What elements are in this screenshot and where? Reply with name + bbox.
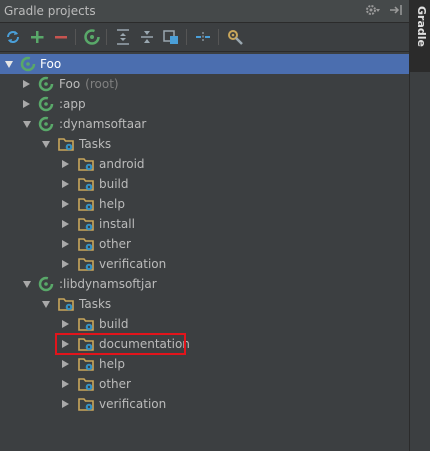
gradle-side-tab-label: Gradle [415, 6, 428, 47]
expand-arrow-icon[interactable] [62, 200, 69, 208]
tree-node-dynamsoftaar[interactable]: :dynamsoftaar [0, 114, 409, 134]
task-group-build[interactable]: build [0, 174, 409, 194]
tree-node-label: Tasks [79, 297, 112, 311]
collapse-arrow-icon[interactable] [42, 141, 50, 148]
task-folder-icon [78, 256, 94, 272]
task-group-verification[interactable]: verification [0, 254, 409, 274]
task-folder-icon [78, 396, 94, 412]
tree-node-foo[interactable]: Foo [0, 54, 409, 74]
remove-icon[interactable] [52, 28, 70, 46]
task-folder-icon [78, 176, 94, 192]
gradle-side-tab[interactable]: Gradle [410, 0, 430, 72]
tree-node-label: help [99, 197, 125, 211]
hide-panel-icon[interactable] [389, 3, 403, 20]
task-group-install[interactable]: install [0, 214, 409, 234]
tree-node-label: Foo [59, 77, 81, 91]
tree-node-label: install [99, 217, 135, 231]
tree-node-label: other [99, 237, 131, 251]
gradle-run-icon[interactable] [83, 28, 101, 46]
tree-node-label: help [99, 357, 125, 371]
panel-title-bar: Gradle projects [0, 0, 409, 23]
expand-arrow-icon[interactable] [62, 400, 69, 408]
collapse-arrow-icon[interactable] [23, 281, 31, 288]
right-tool-window-strip: Gradle [409, 0, 430, 451]
expand-arrow-icon[interactable] [62, 320, 69, 328]
documentation-highlight-box [55, 333, 186, 355]
expand-all-icon[interactable] [114, 28, 132, 46]
tasks-folder-icon [58, 296, 74, 312]
panel-title: Gradle projects [4, 4, 96, 18]
collapse-arrow-icon[interactable] [42, 301, 50, 308]
task-folder-icon [78, 356, 94, 372]
gradle-icon [20, 56, 36, 72]
collapse-all-icon[interactable] [138, 28, 156, 46]
tree-node-label: Foo [40, 57, 62, 71]
tree-node-app[interactable]: :app [0, 94, 409, 114]
tree-node-label: build [99, 177, 129, 191]
build-settings-icon[interactable] [226, 28, 244, 46]
task-group-other[interactable]: other [0, 374, 409, 394]
gradle-icon [38, 96, 54, 112]
task-group-help[interactable]: help [0, 354, 409, 374]
expand-arrow-icon[interactable] [62, 160, 69, 168]
task-folder-icon [78, 376, 94, 392]
expand-arrow-icon[interactable] [62, 180, 69, 188]
link-project-icon[interactable] [162, 28, 180, 46]
gradle-icon [38, 276, 54, 292]
expand-arrow-icon[interactable] [62, 380, 69, 388]
tree-node-label: verification [99, 397, 167, 411]
collapse-arrow-icon[interactable] [23, 121, 31, 128]
tree-node-foo-root[interactable]: Foo (root) [0, 74, 409, 94]
offline-mode-icon[interactable] [194, 28, 212, 46]
expand-arrow-icon[interactable] [23, 80, 30, 88]
tree-node-label: :app [59, 97, 86, 111]
expand-arrow-icon[interactable] [62, 220, 69, 228]
tree-node-label: build [99, 317, 129, 331]
tree-node-libdynamsoftjar[interactable]: :libdynamsoftjar [0, 274, 409, 294]
title-bar-tools [365, 3, 403, 20]
refresh-icon[interactable] [4, 28, 22, 46]
task-group-other[interactable]: other [0, 234, 409, 254]
gradle-toolbar [0, 23, 409, 52]
expand-arrow-icon[interactable] [62, 260, 69, 268]
gradle-icon [38, 116, 54, 132]
settings-gear-icon[interactable] [365, 3, 381, 20]
expand-arrow-icon[interactable] [62, 240, 69, 248]
expand-arrow-icon[interactable] [23, 100, 30, 108]
gradle-icon [38, 76, 54, 92]
gradle-projects-panel: Gradle projects Foo Foo (root):app:dyn… [0, 0, 409, 451]
collapse-arrow-icon[interactable] [5, 61, 13, 68]
tree-node-label: :libdynamsoftjar [59, 277, 157, 291]
task-group-verification[interactable]: verification [0, 394, 409, 414]
tree-node-label: other [99, 377, 131, 391]
tasks-folder-icon [58, 136, 74, 152]
tree-node-label: android [99, 157, 145, 171]
root-suffix: (root) [85, 77, 119, 91]
task-group-build[interactable]: build [0, 314, 409, 334]
add-icon[interactable] [28, 28, 46, 46]
task-group-help[interactable]: help [0, 194, 409, 214]
task-folder-icon [78, 216, 94, 232]
expand-arrow-icon[interactable] [62, 360, 69, 368]
task-folder-icon [78, 316, 94, 332]
tree-node-label: verification [99, 257, 167, 271]
tree-node-label: :dynamsoftaar [59, 117, 147, 131]
task-folder-icon [78, 156, 94, 172]
task-folder-icon [78, 236, 94, 252]
task-group-android[interactable]: android [0, 154, 409, 174]
tree-node-tasks[interactable]: Tasks [0, 134, 409, 154]
tree-node-label: Tasks [79, 137, 112, 151]
task-folder-icon [78, 196, 94, 212]
tree-node-tasks[interactable]: Tasks [0, 294, 409, 314]
